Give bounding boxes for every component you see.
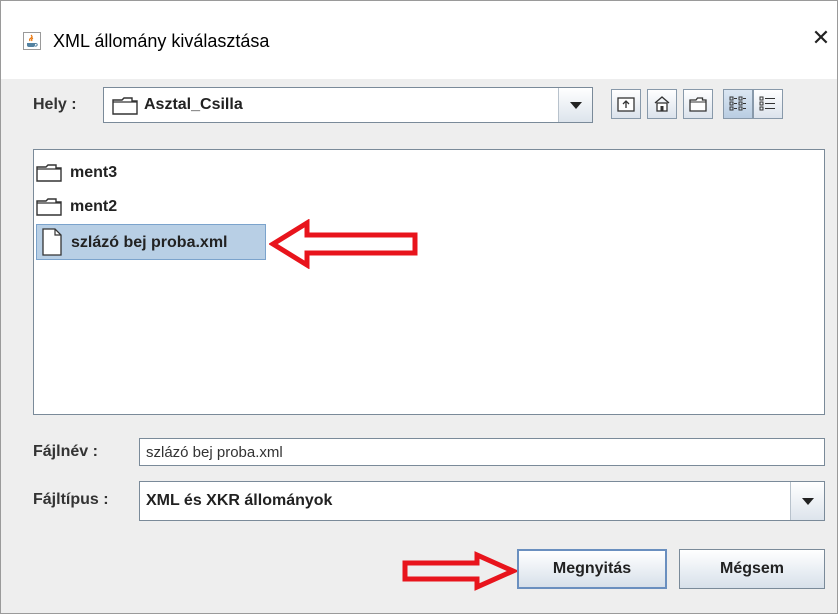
annotation-arrow-left-icon bbox=[269, 219, 418, 269]
close-button[interactable]: ✕ bbox=[809, 27, 833, 51]
dialog-title: XML állomány kiválasztása bbox=[53, 31, 270, 51]
folder-icon bbox=[36, 164, 62, 182]
details-view-button[interactable] bbox=[753, 89, 783, 119]
filename-label: Fájlnév : bbox=[33, 443, 98, 460]
list-item-folder[interactable]: ment3 bbox=[36, 160, 156, 186]
details-view-icon bbox=[759, 96, 775, 111]
list-item-label: ment2 bbox=[70, 198, 118, 215]
filetype-label: Fájltípus : bbox=[33, 491, 109, 508]
filename-field[interactable] bbox=[139, 438, 825, 466]
up-one-level-icon bbox=[617, 97, 635, 112]
home-icon bbox=[654, 96, 670, 112]
new-folder-button[interactable] bbox=[683, 89, 713, 119]
list-item-label: szlázó bej proba.xml bbox=[71, 234, 228, 251]
filetype-combo[interactable]: XML és XKR állományok bbox=[139, 481, 825, 521]
location-label: Hely : bbox=[33, 96, 77, 113]
file-chooser-dialog: XML állomány kiválasztása ✕ Hely : Aszta… bbox=[0, 0, 838, 614]
list-view-button[interactable] bbox=[723, 89, 753, 119]
file-list[interactable]: ment3 ment2 szlázó bej proba.xml bbox=[33, 149, 825, 415]
folder-icon bbox=[36, 198, 62, 216]
folder-icon bbox=[112, 97, 138, 115]
location-value: Asztal_Csilla bbox=[144, 96, 243, 113]
filename-input[interactable] bbox=[146, 442, 806, 462]
home-button[interactable] bbox=[647, 89, 677, 119]
annotation-arrow-right-icon bbox=[402, 551, 519, 591]
java-cup-icon bbox=[23, 32, 41, 50]
filetype-value: XML és XKR állományok bbox=[146, 492, 333, 509]
list-view-icon bbox=[729, 96, 746, 111]
location-dropdown-arrow[interactable] bbox=[558, 88, 592, 122]
filetype-dropdown-arrow[interactable] bbox=[790, 482, 824, 520]
list-item-folder[interactable]: ment2 bbox=[36, 194, 156, 220]
file-icon bbox=[42, 228, 62, 256]
list-item-label: ment3 bbox=[70, 164, 118, 181]
title-bar: XML állomány kiválasztása ✕ bbox=[1, 1, 837, 79]
cancel-button[interactable]: Mégsem bbox=[679, 549, 825, 589]
open-button[interactable]: Megnyitás bbox=[517, 549, 667, 589]
up-one-level-button[interactable] bbox=[611, 89, 641, 119]
new-folder-icon bbox=[689, 97, 707, 112]
list-item-file-selected[interactable]: szlázó bej proba.xml bbox=[36, 224, 266, 260]
location-combo[interactable]: Asztal_Csilla bbox=[103, 87, 593, 123]
